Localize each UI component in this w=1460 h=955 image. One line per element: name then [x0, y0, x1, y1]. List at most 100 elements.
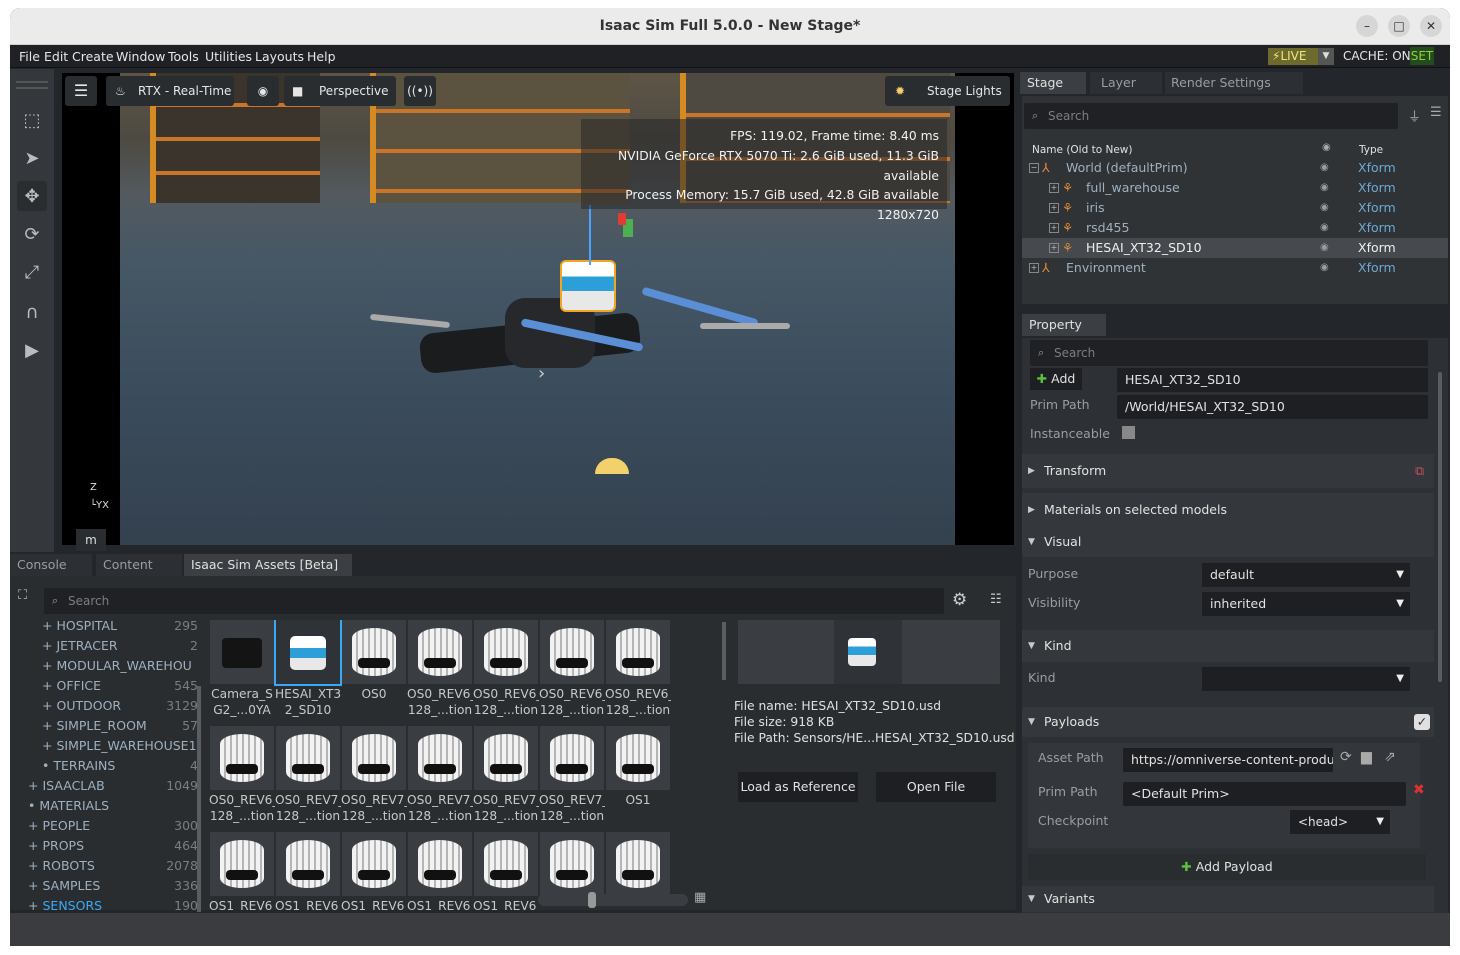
menu-file[interactable]: File — [19, 49, 40, 64]
viewport-scene[interactable]: › FPS: 119.02, Frame time: 8.40 ms NVIDI… — [120, 73, 955, 545]
thumbnail-size-slider[interactable] — [538, 892, 688, 908]
chevron-right-icon[interactable]: › — [538, 363, 545, 384]
category-expander[interactable]: • — [28, 798, 35, 813]
menu-help[interactable]: Help — [307, 49, 336, 64]
asset-caption[interactable]: OS0_REV6_ 128_...tion — [209, 792, 275, 824]
menu-utilities[interactable]: Utilities — [205, 49, 252, 64]
asset-thumbnail[interactable] — [606, 620, 670, 684]
category-item[interactable]: + MODULAR_WAREHOU — [28, 656, 198, 676]
asset-caption[interactable]: OS0 — [341, 686, 407, 702]
asset-caption[interactable]: OS1_REV6_ — [275, 898, 341, 910]
eye-icon[interactable]: ◉ — [1320, 258, 1329, 278]
section-materials[interactable]: ▶ Materials on selected models — [1022, 493, 1434, 527]
tab-content[interactable]: Content — [96, 554, 182, 576]
asset-caption[interactable]: OS0_REV6_ 128_...tion — [407, 686, 473, 718]
expand-toggle[interactable]: + — [1029, 263, 1039, 273]
category-expander[interactable]: + — [28, 838, 38, 853]
stage-tree-row[interactable]: − ⅄ World (defaultPrim) ◉ Xform — [1022, 158, 1448, 178]
asset-caption[interactable]: OS0_REV7_ 128_...tion — [539, 792, 605, 824]
remove-payload-icon[interactable]: ✖ — [1413, 782, 1425, 798]
category-expander[interactable]: + — [42, 698, 52, 713]
category-item[interactable]: + ISAACLAB 1049 — [28, 776, 198, 796]
menu-layouts[interactable]: Layouts — [255, 49, 304, 64]
category-scrollbar[interactable] — [197, 686, 201, 912]
transform-reset-icon[interactable]: ⧉ — [1415, 454, 1424, 488]
tab-layer[interactable]: Layer — [1090, 72, 1162, 94]
category-expander[interactable]: + — [28, 878, 38, 893]
tab-isaac-sim-assets[interactable]: Isaac Sim Assets [Beta] — [184, 554, 352, 576]
open-external-icon[interactable]: ⇗ — [1384, 749, 1396, 765]
renderer-menu[interactable]: ♨ RTX - Real-Time — [106, 76, 234, 106]
payloads-checkbox[interactable]: ✓ — [1414, 714, 1430, 730]
section-transform[interactable]: ▶ Transform ⧉ — [1022, 454, 1434, 488]
checkpoint-select[interactable]: <head> ▼ — [1290, 810, 1390, 834]
eye-icon[interactable]: ◉ — [1320, 218, 1329, 238]
stage-tree-row[interactable]: + ⚘ iris ◉ Xform — [1022, 198, 1448, 218]
section-visual[interactable]: ▼ Visual — [1022, 527, 1434, 557]
instanceable-checkbox[interactable] — [1122, 426, 1135, 439]
grid-scrollbar[interactable] — [722, 622, 726, 680]
asset-caption[interactable]: OS0_REV7_ 128_...tion — [407, 792, 473, 824]
menu-create[interactable]: Create — [72, 49, 114, 64]
category-item[interactable]: + SAMPLES 336 — [28, 876, 198, 896]
eye-icon[interactable]: ◉ — [1320, 198, 1329, 218]
snap-cube-icon[interactable]: ⬚ — [17, 105, 47, 135]
filter-icon[interactable]: ⏚ — [1408, 106, 1421, 125]
move-icon[interactable]: ✥ — [17, 181, 47, 211]
section-variants[interactable]: ▼ Variants — [1022, 886, 1434, 912]
col-name-header[interactable]: Name (Old to New) — [1032, 144, 1132, 156]
viewport[interactable]: › FPS: 119.02, Frame time: 8.40 ms NVIDI… — [62, 73, 1014, 551]
menu-edit[interactable]: Edit — [44, 49, 68, 64]
asset-thumbnail[interactable] — [210, 620, 274, 684]
section-kind[interactable]: ▼ Kind — [1022, 630, 1434, 662]
select-arrow-icon[interactable]: ➤ — [17, 143, 47, 173]
category-expander[interactable]: + — [42, 638, 52, 653]
category-item[interactable]: + SIMPLE_WAREHOUSE1 — [28, 736, 198, 756]
property-search-input[interactable]: ⌕ Search — [1030, 340, 1428, 366]
grid-view-icon[interactable]: ▦ — [694, 890, 706, 905]
category-expander[interactable]: + — [28, 898, 38, 913]
expand-toggle[interactable]: + — [1049, 243, 1059, 253]
category-item[interactable]: • TERRAINS 4 — [28, 756, 198, 776]
section-payloads[interactable]: ▼ Payloads ✓ — [1022, 707, 1434, 737]
broadcast-icon[interactable]: ((•)) — [404, 76, 436, 106]
menu-icon[interactable]: ☰ — [1430, 105, 1442, 120]
category-item[interactable]: + ROBOTS 2078 — [28, 856, 198, 876]
play-icon[interactable]: ▶ — [17, 335, 47, 365]
asset-caption[interactable]: OS1 — [605, 792, 671, 808]
asset-caption[interactable]: OS0_REV6_ 128_...tion — [473, 686, 539, 718]
asset-thumbnail[interactable] — [540, 832, 604, 896]
eye-icon[interactable]: ◉ — [1320, 238, 1329, 258]
category-item[interactable]: + OFFICE 545 — [28, 676, 198, 696]
asset-caption[interactable]: OS0_REV7_ 128_...tion — [275, 792, 341, 824]
reload-icon[interactable]: ⟳ — [1340, 749, 1352, 765]
category-expander[interactable]: + — [42, 738, 52, 753]
prim-path-field[interactable]: /World/HESAI_XT32_SD10 — [1117, 395, 1428, 419]
stage-tree-row[interactable]: + ⚘ HESAI_XT32_SD10 ◉ Xform — [1022, 238, 1448, 258]
minimize-button[interactable]: – — [1356, 15, 1378, 37]
category-expander[interactable]: + — [28, 818, 38, 833]
eye-icon[interactable]: ◉ — [1320, 178, 1329, 198]
menu-tools[interactable]: Tools — [168, 49, 199, 64]
live-button[interactable]: ⚡LIVE ▼ — [1268, 48, 1334, 65]
asset-thumbnail[interactable] — [342, 726, 406, 790]
asset-thumbnail[interactable] — [408, 620, 472, 684]
asset-caption[interactable]: OS0_REV7_ 128_...tion — [341, 792, 407, 824]
add-payload-button[interactable]: ✚ Add Payload — [1028, 854, 1426, 880]
asset-thumbnail[interactable] — [474, 726, 538, 790]
stage-tree-row[interactable]: + ⚘ rsd455 ◉ Xform — [1022, 218, 1448, 238]
purpose-select[interactable]: default ▼ — [1202, 563, 1410, 587]
chevron-down-icon[interactable]: ▼ — [1318, 48, 1334, 65]
asset-thumbnail[interactable] — [408, 832, 472, 896]
category-item[interactable]: + PEOPLE 300 — [28, 816, 198, 836]
asset-caption[interactable]: Camera_S G2_...0YA — [209, 686, 275, 718]
asset-caption[interactable]: OS1_REV6_ — [407, 898, 473, 910]
expand-toggle[interactable]: + — [1049, 203, 1059, 213]
asset-caption[interactable]: OS1_REV6_ — [341, 898, 407, 910]
tree-toggle-icon[interactable]: ⛶ — [18, 588, 27, 603]
asset-thumbnail[interactable] — [274, 620, 342, 686]
tab-property[interactable]: Property — [1022, 314, 1106, 336]
lights-menu[interactable]: ✹ Stage Lights — [885, 76, 1010, 106]
menu-window[interactable]: Window — [116, 49, 165, 64]
category-expander[interactable]: • — [42, 758, 49, 773]
